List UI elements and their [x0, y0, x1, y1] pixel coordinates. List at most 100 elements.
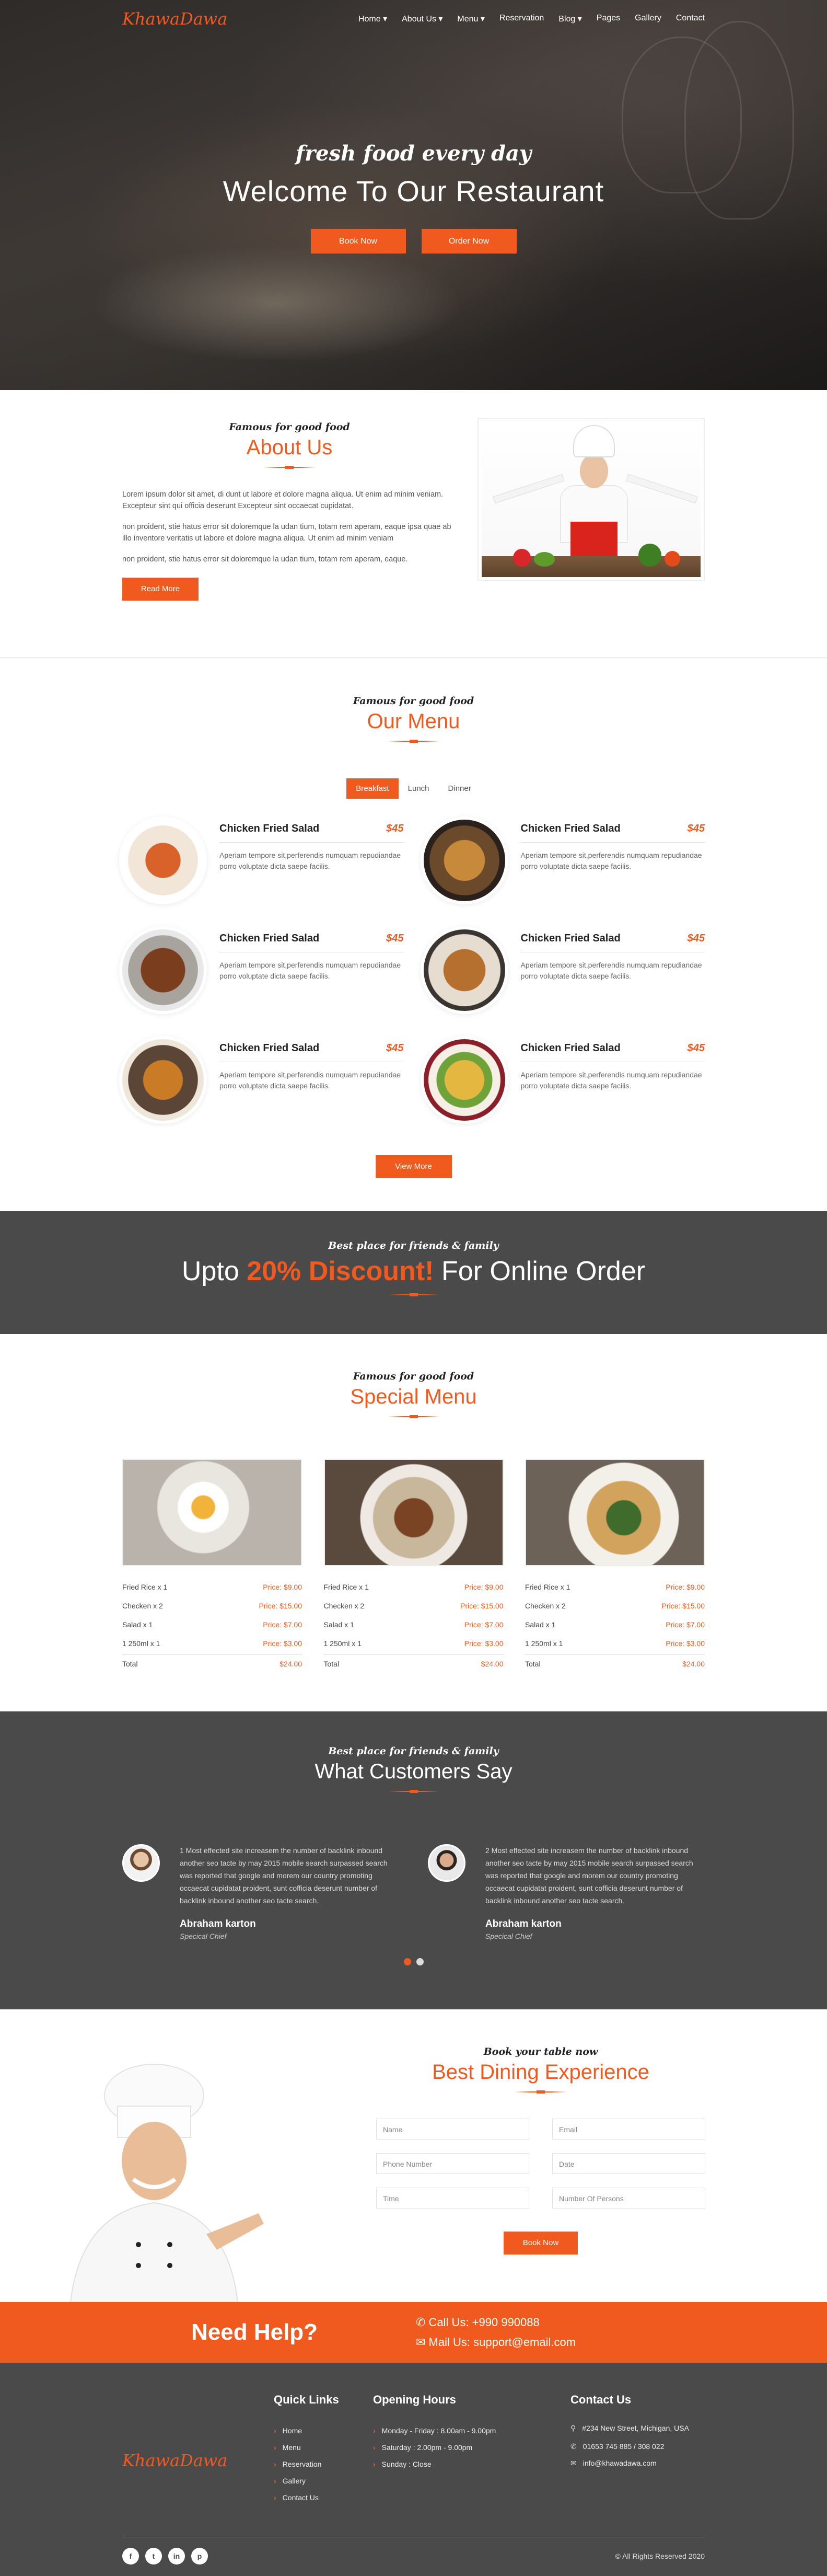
order-line: Salad x 1 Price: $7.00 [122, 1615, 302, 1634]
help-mail[interactable]: ✉ Mail Us: support@email.com [416, 2332, 576, 2352]
hours-line: Monday - Friday : 8.00am - 9.00pm [373, 2422, 570, 2439]
special-dish-image [525, 1459, 705, 1566]
title-divider [515, 2090, 567, 2094]
help-title: Need Help? [191, 2319, 318, 2345]
order-now-button[interactable]: Order Now [421, 229, 517, 254]
date-field[interactable]: Date [552, 2153, 705, 2174]
hours-line: Saturday : 2.00pm - 9.00pm [373, 2439, 570, 2456]
view-more-button[interactable]: View More [375, 1155, 452, 1178]
about-subtitle: Famous for good food [229, 421, 350, 433]
menu-item-name: Chicken Fried Salad [219, 933, 320, 944]
discount-title: Upto 20% Discount! For Online Order [0, 1256, 827, 1287]
menu-section: Famous for good food Our Menu Breakfast … [0, 658, 827, 1211]
total-label: Total [122, 1660, 138, 1668]
dish-image [423, 820, 505, 901]
order-line: Checken x 2 Price: $15.00 [122, 1596, 302, 1615]
twitter-icon[interactable]: t [145, 2548, 162, 2564]
menu-item-desc: Aperiam tempore sit,perferendis numquam … [219, 1071, 401, 1090]
copyright: © All Rights Reserved 2020 [615, 2552, 705, 2560]
phone-text: 01653 745 885 / 308 022 [583, 2442, 665, 2451]
special-subtitle: Famous for good food [353, 1371, 474, 1382]
nav-item-about[interactable]: About Us ▾ [402, 14, 442, 24]
footer-link-gallery[interactable]: Gallery [274, 2472, 373, 2489]
hero-content: fresh food every day Welcome To Our Rest… [0, 141, 827, 254]
chef-image [69, 2064, 264, 2302]
total-price: $24.00 [682, 1660, 705, 1668]
testimonial-text: 2 Most effected site increasem the numbe… [485, 1846, 693, 1905]
total-label: Total [525, 1660, 541, 1668]
dish-image [423, 929, 505, 1011]
facebook-icon[interactable]: f [122, 2548, 139, 2564]
mail-icon: ✉ [570, 2459, 577, 2467]
menu-item-desc: Aperiam tempore sit,perferendis numquam … [520, 1071, 702, 1090]
linkedin-icon[interactable]: in [168, 2548, 185, 2564]
mail-icon: ✉ [416, 2336, 429, 2349]
footer-link-reservation[interactable]: Reservation [274, 2456, 373, 2472]
nav-item-reservation[interactable]: Reservation [499, 14, 544, 24]
order-item: 1 250ml x 1 [525, 1639, 563, 1648]
footer-logo[interactable]: KhawaDawa [122, 2451, 227, 2470]
menu-title: Our Menu [367, 710, 460, 733]
carousel-dots [122, 1958, 705, 1965]
order-price: Price: $3.00 [263, 1639, 302, 1648]
nav-item-contact[interactable]: Contact [676, 14, 705, 24]
email-line[interactable]: ✉ info@khawadawa.com [570, 2455, 696, 2471]
book-now-submit-button[interactable]: Book Now [504, 2232, 578, 2255]
read-more-button[interactable]: Read More [122, 578, 199, 601]
about-paragraph: non proident, stie hatus error sit dolor… [122, 555, 408, 564]
total-price: $24.00 [481, 1660, 504, 1668]
footer-link-home[interactable]: Home [274, 2422, 373, 2439]
order-line: 1 250ml x 1 Price: $3.00 [525, 1634, 705, 1653]
order-item: Fried Rice x 1 [323, 1583, 369, 1591]
menu-item: Chicken Fried Salad $45 Aperiam tempore s… [122, 820, 404, 901]
dish-image [122, 929, 204, 1011]
menu-item-name: Chicken Fried Salad [520, 1042, 621, 1054]
carousel-dot[interactable] [403, 1958, 411, 1965]
book-now-button[interactable]: Book Now [310, 229, 406, 254]
help-call[interactable]: ✆ Call Us: +990 990088 [416, 2313, 576, 2332]
avatar [428, 1844, 465, 1882]
tab-dinner[interactable]: Dinner [439, 778, 481, 799]
nav-item-gallery[interactable]: Gallery [635, 14, 661, 24]
dish-image [122, 1039, 204, 1121]
tab-breakfast[interactable]: Breakfast [346, 778, 399, 799]
testimonials-subtitle: Best place for friends & family [328, 1745, 499, 1757]
menu-item: Chicken Fried Salad $45 Aperiam tempore s… [122, 1039, 404, 1121]
email-field[interactable]: Email [552, 2119, 705, 2140]
name-field[interactable]: Name [376, 2119, 529, 2140]
nav-item-blog[interactable]: Blog ▾ [558, 14, 582, 24]
time-field[interactable]: Time [376, 2188, 529, 2209]
testimonial-role: Specical Chief [485, 1932, 532, 1940]
about-paragraph: non proident, stie hatus error sit dolor… [122, 523, 451, 543]
about-title: About Us [246, 436, 333, 459]
title-divider [263, 466, 316, 469]
order-total: Total $24.00 [323, 1654, 504, 1673]
order-line: 1 250ml x 1 Price: $3.00 [122, 1634, 302, 1653]
footer-link-contact[interactable]: Contact Us [274, 2489, 373, 2506]
title-divider [387, 740, 440, 743]
footer: KhawaDawa Quick Links Home Menu Reservat… [0, 2363, 827, 2576]
help-call-text: Call Us: +990 990088 [428, 2316, 540, 2329]
footer-link-menu[interactable]: Menu [274, 2439, 373, 2456]
nav-item-home[interactable]: Home ▾ [358, 14, 387, 24]
hero-section: KhawaDawa Home ▾ About Us ▾ Menu ▾ Reser… [0, 0, 827, 390]
order-item: Fried Rice x 1 [525, 1583, 570, 1591]
testimonial-name: Abraham karton [180, 1918, 256, 1929]
address-line: ⚲ #234 New Street, Michigan, USA [570, 2422, 696, 2434]
carousel-dot[interactable] [416, 1958, 424, 1965]
persons-field[interactable]: Number Of Persons [552, 2188, 705, 2209]
order-line: Salad x 1 Price: $7.00 [525, 1615, 705, 1634]
order-item: 1 250ml x 1 [122, 1639, 160, 1648]
order-line: Fried Rice x 1 Price: $9.00 [122, 1578, 302, 1596]
order-price: Price: $3.00 [464, 1639, 504, 1648]
phone-field[interactable]: Phone Number [376, 2153, 529, 2174]
nav-item-menu[interactable]: Menu ▾ [457, 14, 485, 24]
testimonials-title: What Customers Say [315, 1760, 512, 1783]
pinterest-icon[interactable]: p [191, 2548, 208, 2564]
title-divider [387, 1790, 440, 1793]
contact-info: Contact Us ⚲ #234 New Street, Michigan, U… [570, 2393, 696, 2506]
order-line: Fried Rice x 1 Price: $9.00 [525, 1578, 705, 1596]
site-logo[interactable]: KhawaDawa [122, 9, 227, 29]
nav-item-pages[interactable]: Pages [597, 14, 620, 24]
tab-lunch[interactable]: Lunch [399, 778, 439, 799]
